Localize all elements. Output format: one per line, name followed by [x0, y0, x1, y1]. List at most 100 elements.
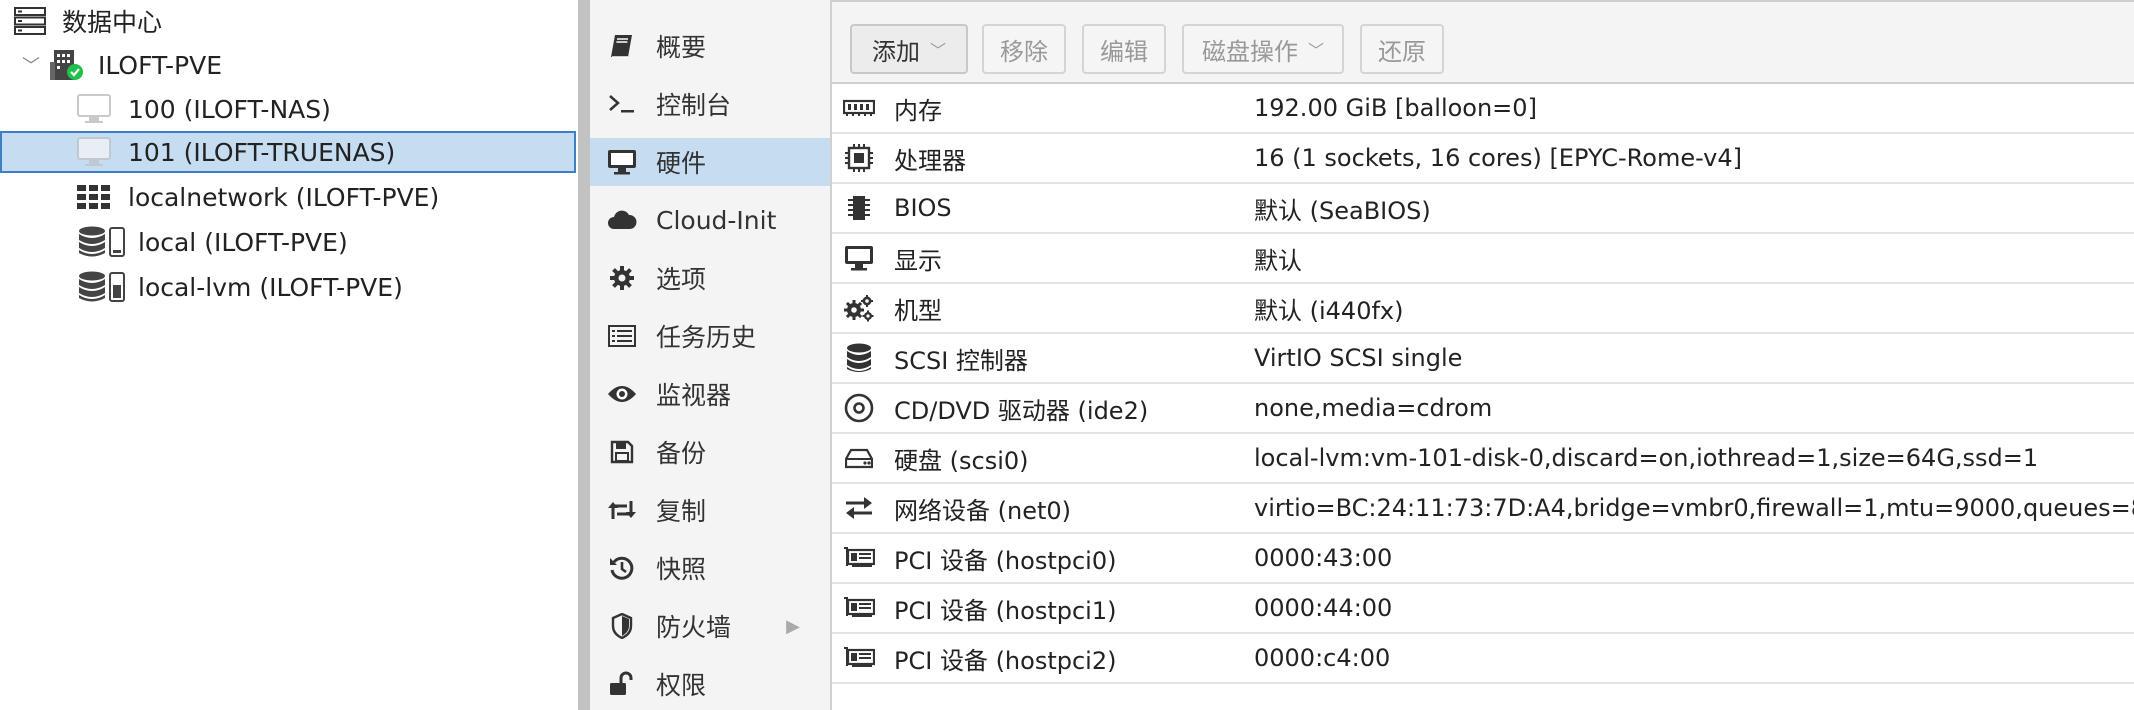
table-row[interactable]: PCI 设备 (hostpci2) 0000:c4:00 — [832, 634, 2134, 684]
edit-button[interactable]: 编辑 — [1082, 24, 1166, 74]
node-building-icon — [46, 48, 86, 82]
tree-item-label: 数据中心 — [62, 8, 163, 37]
toolbar: 添加 ﹀ 移除 编辑 磁盘操作 ﹀ 还原 — [832, 0, 2134, 84]
book-icon — [606, 33, 638, 59]
table-row[interactable]: 处理器 16 (1 sockets, 16 cores) [EPYC-Rome-… — [832, 134, 2134, 184]
nav-item-label: 复制 — [656, 497, 707, 526]
nav-item-replication[interactable]: 复制 — [590, 486, 830, 534]
hardware-value: VirtIO SCSI single — [1254, 344, 1463, 372]
nav-item-hardware[interactable]: 硬件 — [590, 138, 830, 186]
tree-item-label: ILOFT-PVE — [98, 50, 222, 80]
nav-item-summary[interactable]: 概要 — [590, 22, 830, 70]
disk-action-button-label: 磁盘操作 — [1201, 37, 1298, 66]
desktop-icon — [606, 149, 638, 175]
table-row[interactable]: CD/DVD 驱动器 (ide2) none,media=cdrom — [832, 384, 2134, 434]
nav-item-label: 概要 — [656, 33, 707, 62]
chevron-down-icon[interactable]: ﹀ — [22, 52, 42, 78]
hardware-value: 0000:c4:00 — [1254, 644, 1391, 672]
edit-button-label: 编辑 — [1100, 37, 1148, 66]
vm-monitor-icon — [76, 94, 112, 124]
pci-card-icon — [842, 596, 876, 620]
nav-item-backup[interactable]: 备份 — [590, 428, 830, 476]
terminal-icon — [606, 93, 638, 115]
cogs-icon — [842, 294, 876, 322]
floppy-icon — [606, 440, 638, 464]
hardware-name: 机型 — [894, 296, 942, 325]
nav-item-label: 选项 — [656, 265, 707, 294]
tree-item-storage-local[interactable]: local (ILOFT-PVE) — [0, 221, 576, 263]
nav-item-task-history[interactable]: 任务历史 — [590, 312, 830, 360]
desktop-icon — [842, 245, 876, 271]
tree-item-localnetwork[interactable]: localnetwork (ILOFT-PVE) — [0, 176, 576, 218]
hardware-value: 默认 (i440fx) — [1254, 296, 1404, 325]
eye-icon — [606, 384, 638, 404]
cloud-icon — [606, 209, 638, 231]
nav-item-label: 防火墙 — [656, 613, 732, 642]
revert-button[interactable]: 还原 — [1360, 24, 1444, 74]
hardware-value: 0000:43:00 — [1254, 544, 1393, 572]
pci-card-icon — [842, 646, 876, 670]
table-row[interactable]: 机型 默认 (i440fx) — [832, 284, 2134, 334]
hardware-name: PCI 设备 (hostpci2) — [894, 646, 1117, 675]
nav-item-label: 控制台 — [656, 91, 732, 120]
tree-item-label: 101 (ILOFT-TRUENAS) — [128, 137, 396, 167]
history-icon — [606, 555, 638, 581]
hardware-name: 显示 — [894, 246, 942, 275]
nav-item-label: 快照 — [656, 555, 707, 584]
table-row[interactable]: SCSI 控制器 VirtIO SCSI single — [832, 334, 2134, 384]
table-row[interactable]: PCI 设备 (hostpci1) 0000:44:00 — [832, 584, 2134, 634]
table-row[interactable]: BIOS 默认 (SeaBIOS) — [832, 184, 2134, 234]
cpu-icon — [842, 143, 876, 173]
tree-item-label: localnetwork (ILOFT-PVE) — [128, 182, 440, 212]
remove-button[interactable]: 移除 — [982, 24, 1066, 74]
nav-item-monitor[interactable]: 监视器 — [590, 370, 830, 418]
disk-action-button[interactable]: 磁盘操作 ﹀ — [1182, 24, 1344, 74]
tree-item-vm-101[interactable]: 101 (ILOFT-TRUENAS) — [0, 131, 576, 173]
hardware-value: local-lvm:vm-101-disk-0,discard=on,iothr… — [1254, 444, 2039, 472]
hardware-name: PCI 设备 (hostpci1) — [894, 596, 1117, 625]
tree-item-label: 100 (ILOFT-NAS) — [128, 94, 331, 124]
hardware-value: virtio=BC:24:11:73:7D:A4,bridge=vmbr0,fi… — [1254, 494, 2134, 522]
hardware-name: 处理器 — [894, 146, 966, 175]
tree-item-datacenter[interactable]: 数据中心 — [0, 0, 576, 42]
nav-item-label: 权限 — [656, 671, 707, 700]
nav-item-cloud-init[interactable]: Cloud-Init — [590, 196, 830, 244]
add-button[interactable]: 添加 ﹀ — [850, 24, 968, 74]
nav-item-permissions[interactable]: 权限 — [590, 660, 830, 708]
hardware-name: BIOS — [894, 194, 952, 222]
panel-splitter[interactable] — [578, 0, 590, 710]
hardware-name: PCI 设备 (hostpci0) — [894, 546, 1117, 575]
hardware-panel: 添加 ﹀ 移除 编辑 磁盘操作 ﹀ 还原 内存 192.00 GiB [ball… — [832, 0, 2134, 710]
revert-button-label: 还原 — [1378, 37, 1426, 66]
tree-item-storage-local-lvm[interactable]: local-lvm (ILOFT-PVE) — [0, 266, 576, 308]
hardware-value: none,media=cdrom — [1254, 394, 1493, 422]
vm-config-nav: 概要 控制台 硬件 Cloud-Init 选项 任务历史 监视器 备份 复制 快… — [590, 0, 832, 710]
tree-item-label: local (ILOFT-PVE) — [138, 227, 348, 257]
hardware-name: 内存 — [894, 96, 942, 125]
gear-icon — [606, 265, 638, 291]
nav-item-label: 硬件 — [656, 149, 707, 178]
storage-database-icon — [76, 226, 130, 258]
list-icon — [606, 325, 638, 347]
remove-button-label: 移除 — [1000, 37, 1048, 66]
nav-item-snapshots[interactable]: 快照 — [590, 544, 830, 592]
vm-monitor-icon — [76, 137, 112, 167]
table-row[interactable]: 显示 默认 — [832, 234, 2134, 284]
resource-tree: 数据中心 ﹀ ILOFT-PVE 100 (ILOFT-NAS) 101 (IL… — [0, 0, 578, 710]
hardware-value: 默认 — [1254, 246, 1302, 275]
hardware-name: 网络设备 (net0) — [894, 496, 1072, 525]
hardware-value: 16 (1 sockets, 16 cores) [EPYC-Rome-v4] — [1254, 144, 1742, 172]
nav-item-console[interactable]: 控制台 — [590, 80, 830, 128]
nav-item-options[interactable]: 选项 — [590, 254, 830, 302]
table-row[interactable]: 网络设备 (net0) virtio=BC:24:11:73:7D:A4,bri… — [832, 484, 2134, 534]
table-row[interactable]: PCI 设备 (hostpci0) 0000:43:00 — [832, 534, 2134, 584]
storage-database-icon — [76, 271, 130, 303]
table-row[interactable]: 硬盘 (scsi0) local-lvm:vm-101-disk-0,disca… — [832, 434, 2134, 484]
nav-item-firewall[interactable]: 防火墙 ▶ — [590, 602, 830, 650]
pci-card-icon — [842, 546, 876, 570]
hardware-name: SCSI 控制器 — [894, 346, 1028, 375]
tree-item-node[interactable]: ﹀ ILOFT-PVE — [0, 44, 576, 86]
tree-item-vm-100[interactable]: 100 (ILOFT-NAS) — [0, 88, 576, 130]
hardware-name: 硬盘 (scsi0) — [894, 446, 1029, 475]
table-row[interactable]: 内存 192.00 GiB [balloon=0] — [832, 84, 2134, 134]
